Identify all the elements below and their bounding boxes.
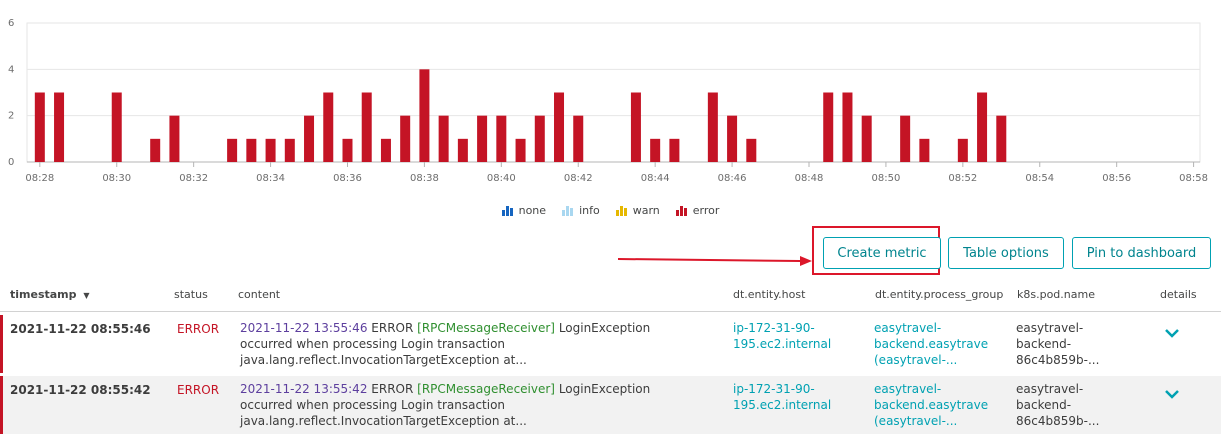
content-text: LoginException [558,321,651,335]
row-pod: easytravel- backend- 86c4b859b-... [1016,381,1126,429]
x-tick-label: 08:56 [1102,173,1131,184]
pod-text: easytravel- [1016,321,1084,335]
process-group-text: backend.easytrave [874,398,989,412]
host-text: ip-172-31-90- [733,382,815,396]
row-timestamp: 2021-11-22 08:55:42 [10,383,151,397]
pod-text: backend- [1016,398,1072,412]
content-tag: [RPCMessageReceiver] [417,382,555,396]
row-content: 2021-11-22 13:55:42 ERROR [RPCMessageRec… [240,381,720,429]
row-status: ERROR [177,322,220,336]
chart-bar [977,92,988,162]
row-host-link[interactable]: ip-172-31-90- 195.ec2.internal [733,381,853,413]
host-text: 195.ec2.internal [733,337,832,351]
column-header-content[interactable]: content [238,288,280,301]
chart-bar [919,138,930,162]
column-header-label: timestamp [10,288,77,301]
x-tick-label: 08:50 [872,173,901,184]
table-options-button[interactable]: Table options [948,237,1064,269]
chevron-down-icon[interactable] [1164,328,1180,338]
column-header-details: details [1160,288,1197,301]
process-group-text: backend.easytrave [874,337,989,351]
host-text: ip-172-31-90- [733,321,815,335]
row-process-group-link[interactable]: easytravel- backend.easytrave (easytrave… [874,320,994,368]
content-text: java.lang.reflect.InvocationTargetExcept… [240,353,527,367]
content-level: ERROR [371,382,414,396]
severity-marker [0,376,3,434]
process-group-text: (easytravel-... [874,414,958,428]
table-row[interactable]: 2021-11-22 08:55:42 ERROR 2021-11-22 13:… [0,376,1221,434]
row-host-link[interactable]: ip-172-31-90- 195.ec2.internal [733,320,853,352]
column-header-timestamp[interactable]: timestamp ▼ [10,288,90,301]
content-tag: [RPCMessageReceiver] [417,321,555,335]
chart-bar [900,115,911,162]
x-tick-label: 08:58 [1179,173,1208,184]
x-tick-label: 08:52 [948,173,977,184]
chart-bar [957,138,968,162]
content-text: LoginException [558,382,651,396]
chart-bar [996,115,1007,162]
chart-bar [842,92,853,162]
column-header-pod[interactable]: k8s.pod.name [1017,288,1095,301]
pin-to-dashboard-button[interactable]: Pin to dashboard [1072,237,1211,269]
content-date: 2021-11-22 13:55:46 [240,321,368,335]
host-text: 195.ec2.internal [733,398,832,412]
row-pod: easytravel- backend- 86c4b859b-... [1016,320,1126,368]
column-header-host[interactable]: dt.entity.host [733,288,805,301]
row-status: ERROR [177,383,220,397]
sort-desc-icon: ▼ [83,291,90,300]
content-level: ERROR [371,321,414,335]
content-date: 2021-11-22 13:55:42 [240,382,368,396]
content-text: occurred when processing Login transacti… [240,337,506,351]
column-header-process-group[interactable]: dt.entity.process_group [875,288,1003,301]
pod-text: 86c4b859b-... [1016,353,1100,367]
row-content: 2021-11-22 13:55:46 ERROR [RPCMessageRec… [240,320,720,368]
create-metric-button[interactable]: Create metric [823,237,941,269]
pod-text: easytravel- [1016,382,1084,396]
content-text: java.lang.reflect.InvocationTargetExcept… [240,414,527,428]
column-header-status[interactable]: status [174,288,208,301]
chart-bar [823,92,834,162]
table-header-divider [0,311,1221,312]
table-row[interactable]: 2021-11-22 08:55:46 ERROR 2021-11-22 13:… [0,315,1221,373]
annotation-arrow [617,256,812,266]
process-group-text: easytravel- [874,382,942,396]
severity-marker [0,315,3,373]
row-process-group-link[interactable]: easytravel- backend.easytrave (easytrave… [874,381,994,429]
process-group-text: easytravel- [874,321,942,335]
row-timestamp: 2021-11-22 08:55:46 [10,322,151,336]
process-group-text: (easytravel-... [874,353,958,367]
chart-bar [861,115,872,162]
x-tick-label: 08:54 [1025,173,1054,184]
pod-text: backend- [1016,337,1072,351]
content-text: occurred when processing Login transacti… [240,398,506,412]
pod-text: 86c4b859b-... [1016,414,1100,428]
chevron-down-icon[interactable] [1164,389,1180,399]
